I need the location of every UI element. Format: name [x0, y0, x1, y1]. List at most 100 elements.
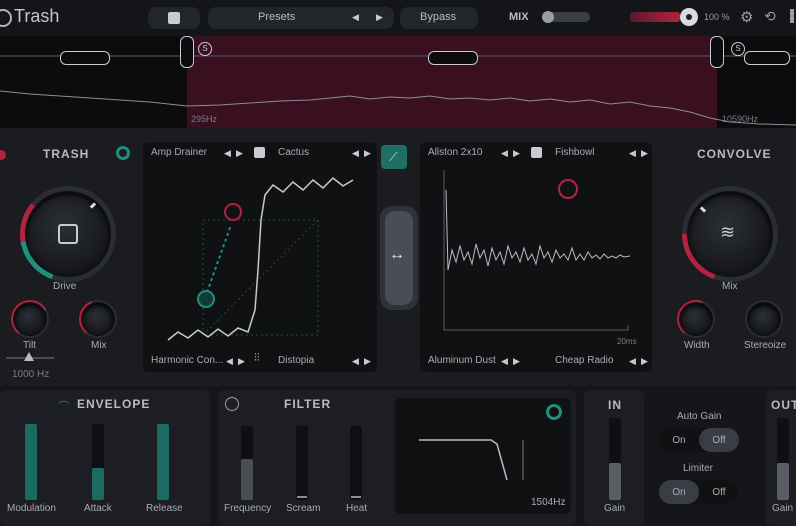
- width-knob[interactable]: [680, 303, 712, 335]
- waves-icon: ≋: [720, 222, 736, 242]
- dist-slot-b-name[interactable]: Cactus: [278, 147, 309, 158]
- conv-slot-a-name[interactable]: Allston 2x10: [428, 147, 482, 158]
- preset-next-arrow-icon[interactable]: ▶: [376, 12, 383, 23]
- tilt-freq-slider[interactable]: [6, 352, 54, 361]
- conv-slot-d-next-icon[interactable]: ▶: [641, 356, 648, 367]
- mix-slider[interactable]: [542, 11, 590, 23]
- dist-mixer-icon[interactable]: ⫶⫶: [254, 352, 260, 365]
- dist-slot-c-next-icon[interactable]: ▶: [238, 356, 245, 367]
- limiter-toggle[interactable]: On Off: [659, 480, 739, 504]
- filter-power-toggle[interactable]: [546, 404, 562, 420]
- attack-fader[interactable]: [92, 424, 104, 500]
- dist-slot-a-name[interactable]: Amp Drainer: [151, 147, 207, 158]
- dist-curve-handle-red[interactable]: [224, 203, 242, 221]
- high-freq-readout: 10590Hz: [722, 114, 759, 124]
- swap-order-button[interactable]: ↔: [380, 206, 418, 310]
- scream-fader[interactable]: [296, 426, 308, 500]
- dist-slot-d-next-icon[interactable]: ▶: [364, 356, 371, 367]
- conv-handle-red[interactable]: [558, 179, 578, 199]
- trash-title: TRASH: [43, 147, 90, 161]
- dist-slot-d-name[interactable]: Distopia: [278, 355, 314, 366]
- conv-slot-d-name[interactable]: Cheap Radio: [555, 355, 613, 366]
- output-title: OUT: [771, 398, 796, 412]
- conv-slot-a-next-icon[interactable]: ▶: [513, 148, 520, 159]
- routing-link-button[interactable]: ⟋: [381, 145, 407, 169]
- release-fader[interactable]: [157, 424, 169, 500]
- conv-mix-knob[interactable]: ≋: [688, 192, 772, 276]
- envelope-icon: ⌒: [58, 401, 69, 413]
- trash-mix-knob[interactable]: [82, 303, 114, 335]
- conv-slot-c-name[interactable]: Aluminum Dust: [428, 355, 496, 366]
- band-pill-left[interactable]: [60, 51, 110, 65]
- output-gain-fader[interactable]: [777, 418, 789, 500]
- dist-slot-c-name[interactable]: Harmonic Con...: [151, 355, 223, 366]
- ir-length-readout: 20ms: [617, 337, 637, 346]
- conv-slot-b-next-icon[interactable]: ▶: [641, 148, 648, 159]
- trash-link-icon[interactable]: [116, 146, 130, 160]
- filter-power-icon[interactable]: [225, 397, 239, 411]
- auto-gain-toggle[interactable]: On Off: [659, 428, 739, 452]
- undo-icon[interactable]: ⟲: [764, 8, 776, 25]
- spectrum-curve: [0, 55, 796, 126]
- conv-dice-icon[interactable]: [531, 147, 542, 158]
- tilt-freq-thumb[interactable]: [24, 352, 34, 361]
- conv-slot-d-prev-icon[interactable]: ◀: [629, 356, 636, 367]
- drive-knob[interactable]: [26, 192, 110, 276]
- bypass-button[interactable]: Bypass: [400, 7, 478, 29]
- heat-fader[interactable]: [350, 426, 362, 500]
- dist-slot-d-prev-icon[interactable]: ◀: [352, 356, 359, 367]
- auto-gain-on[interactable]: On: [659, 428, 699, 452]
- conv-slot-b-name[interactable]: Fishbowl: [555, 147, 594, 158]
- frequency-fader[interactable]: [241, 426, 253, 500]
- input-gain-fader[interactable]: [609, 418, 621, 500]
- input-title: IN: [608, 398, 622, 412]
- preset-prev-arrow-icon[interactable]: ◀: [352, 12, 359, 23]
- release-fill: [157, 424, 169, 500]
- limiter-on[interactable]: On: [659, 480, 699, 504]
- limiter-off[interactable]: Off: [699, 480, 739, 504]
- cutoff-readout: 1504Hz: [531, 497, 566, 508]
- band-pill-right[interactable]: [744, 51, 790, 65]
- dist-slot-b-next-icon[interactable]: ▶: [364, 148, 371, 159]
- attack-fill: [92, 468, 104, 500]
- output-knob[interactable]: [680, 8, 698, 26]
- impulse-response-plot: [443, 170, 631, 331]
- logo-icon: [0, 9, 12, 27]
- band-pill-mid[interactable]: [428, 51, 478, 65]
- stereoize-knob[interactable]: [748, 303, 780, 335]
- dist-slot-c-prev-icon[interactable]: ◀: [226, 356, 233, 367]
- randomize-button[interactable]: [148, 7, 200, 29]
- mix-label: MIX: [509, 11, 529, 23]
- output-gain-label: Gain: [772, 503, 794, 514]
- conv-slot-c-next-icon[interactable]: ▶: [513, 356, 520, 367]
- conv-slot-a-prev-icon[interactable]: ◀: [501, 148, 508, 159]
- dist-curve-handle-teal[interactable]: [197, 290, 215, 308]
- solo-button-high[interactable]: S: [731, 42, 745, 56]
- conv-slot-c-prev-icon[interactable]: ◀: [501, 356, 508, 367]
- heat-label: Heat: [346, 503, 368, 514]
- envelope-title: ENVELOPE: [77, 397, 151, 411]
- auto-gain-off[interactable]: Off: [699, 428, 739, 452]
- convolve-title: CONVOLVE: [697, 147, 772, 161]
- output-meter: [630, 12, 680, 22]
- dist-slot-a-next-icon[interactable]: ▶: [236, 148, 243, 159]
- spectrum-display[interactable]: S S 295Hz 10590Hz: [0, 36, 796, 128]
- dist-dice-icon[interactable]: [254, 147, 265, 158]
- width-label: Width: [684, 340, 710, 351]
- gear-icon[interactable]: ⚙: [740, 8, 753, 26]
- conv-slot-b-prev-icon[interactable]: ◀: [629, 148, 636, 159]
- dist-slot-a-prev-icon[interactable]: ◀: [224, 148, 231, 159]
- band-handle-low[interactable]: [180, 36, 194, 68]
- menu-icon[interactable]: [790, 9, 794, 23]
- input-gain-label: Gain: [604, 503, 626, 514]
- mix-slider-thumb[interactable]: [542, 11, 554, 23]
- conv-mix-label: Mix: [722, 281, 738, 292]
- solo-button-low[interactable]: S: [198, 42, 212, 56]
- presets-selector[interactable]: Presets ◀ ▶: [208, 7, 394, 29]
- transfer-curve: [167, 176, 354, 341]
- dist-slot-b-prev-icon[interactable]: ◀: [352, 148, 359, 159]
- tilt-knob[interactable]: [14, 303, 46, 335]
- dice-icon: [168, 12, 180, 24]
- modulation-fader[interactable]: [25, 424, 37, 500]
- band-handle-high[interactable]: [710, 36, 724, 68]
